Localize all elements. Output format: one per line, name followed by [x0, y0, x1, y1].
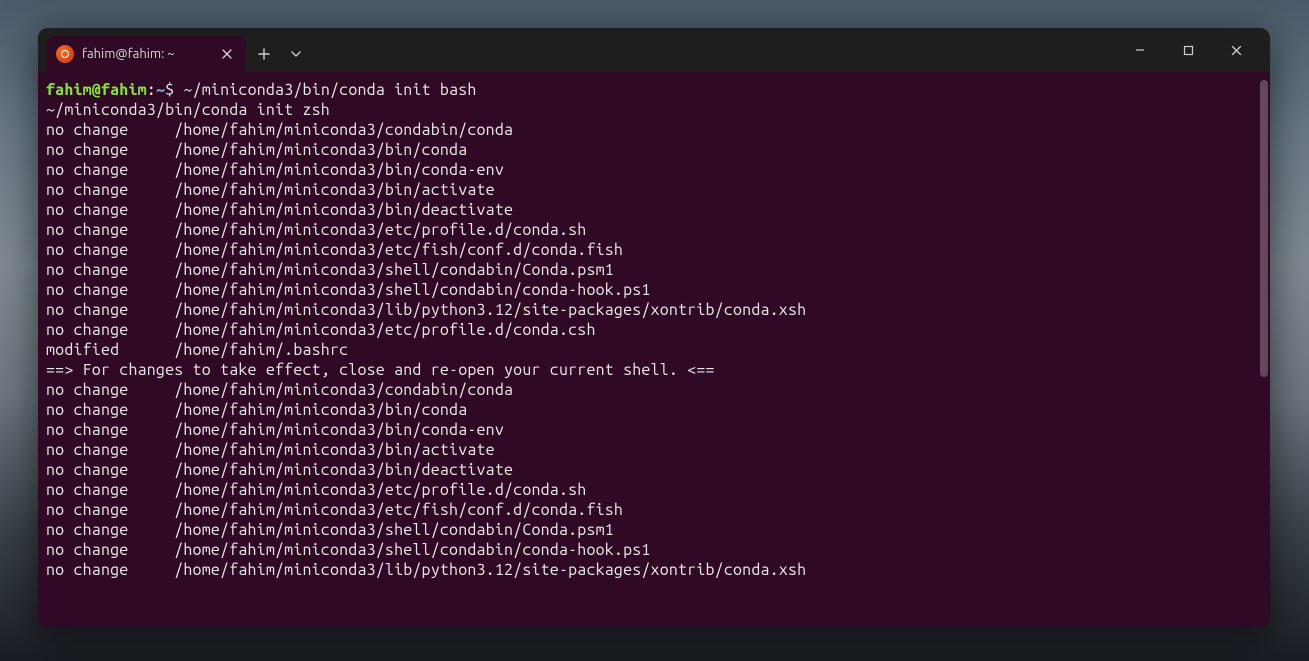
minimize-icon	[1134, 44, 1146, 56]
command-value: ~/miniconda3/bin/conda init bash	[183, 81, 476, 99]
output-line: no change /home/fahim/miniconda3/lib/pyt…	[46, 560, 1260, 580]
output-line: no change /home/fahim/miniconda3/bin/act…	[46, 440, 1260, 460]
minimize-button[interactable]	[1120, 34, 1160, 66]
tab-area: fahim@fahim: ~	[38, 28, 310, 72]
tab-active[interactable]: fahim@fahim: ~	[46, 36, 246, 72]
close-window-button[interactable]	[1216, 34, 1256, 66]
scrollbar-thumb[interactable]	[1260, 80, 1268, 377]
terminal-output: fahim@fahim:~$ ~/miniconda3/bin/conda in…	[46, 80, 1260, 580]
output-line: no change /home/fahim/miniconda3/bin/con…	[46, 160, 1260, 180]
maximize-icon	[1183, 45, 1194, 56]
output-line: no change /home/fahim/miniconda3/condabi…	[46, 120, 1260, 140]
prompt-path: ~	[156, 81, 165, 99]
terminal-window: fahim@fahim: ~ fahim@fa	[38, 28, 1270, 628]
output-line: no change /home/fahim/miniconda3/shell/c…	[46, 520, 1260, 540]
prompt-user-host: fahim@fahim	[46, 81, 147, 99]
output-line: no change /home/fahim/miniconda3/etc/pro…	[46, 480, 1260, 500]
prompt-line: fahim@fahim:~$ ~/miniconda3/bin/conda in…	[46, 80, 1260, 100]
output-line: no change /home/fahim/miniconda3/bin/dea…	[46, 200, 1260, 220]
output-line: no change /home/fahim/miniconda3/etc/pro…	[46, 220, 1260, 240]
ubuntu-icon	[56, 45, 74, 63]
output-line: no change /home/fahim/miniconda3/shell/c…	[46, 280, 1260, 300]
window-controls	[1120, 34, 1262, 66]
output-line: no change /home/fahim/miniconda3/shell/c…	[46, 260, 1260, 280]
terminal-body[interactable]: fahim@fahim:~$ ~/miniconda3/bin/conda in…	[38, 72, 1270, 628]
output-line: no change /home/fahim/miniconda3/bin/con…	[46, 400, 1260, 420]
titlebar: fahim@fahim: ~	[38, 28, 1270, 72]
output-line: no change /home/fahim/miniconda3/etc/fis…	[46, 240, 1260, 260]
scrollbar-track[interactable]	[1260, 80, 1268, 620]
output-line: no change /home/fahim/miniconda3/shell/c…	[46, 540, 1260, 560]
output-line: no change /home/fahim/miniconda3/condabi…	[46, 380, 1260, 400]
tab-title: fahim@fahim: ~	[82, 47, 210, 61]
output-line: no change /home/fahim/miniconda3/etc/fis…	[46, 500, 1260, 520]
close-tab-button[interactable]	[218, 45, 236, 63]
output-line: no change /home/fahim/miniconda3/lib/pyt…	[46, 300, 1260, 320]
output-line: no change /home/fahim/miniconda3/etc/pro…	[46, 320, 1260, 340]
output-line: no change /home/fahim/miniconda3/bin/con…	[46, 420, 1260, 440]
prompt-colon: :	[147, 81, 156, 99]
prompt-dollar: $	[165, 81, 174, 99]
output-line: no change /home/fahim/miniconda3/bin/act…	[46, 180, 1260, 200]
output-line: no change /home/fahim/miniconda3/bin/con…	[46, 140, 1260, 160]
output-line: modified /home/fahim/.bashrc	[46, 340, 1260, 360]
close-icon	[222, 49, 232, 59]
output-line: no change /home/fahim/miniconda3/bin/dea…	[46, 460, 1260, 480]
plus-icon	[258, 48, 270, 60]
chevron-down-icon	[291, 49, 301, 59]
command-text: ~/miniconda3/bin/conda init bash	[174, 81, 476, 99]
tab-dropdown-button[interactable]	[282, 40, 310, 68]
maximize-button[interactable]	[1168, 34, 1208, 66]
new-tab-button[interactable]	[250, 40, 278, 68]
output-line: ==> For changes to take effect, close an…	[46, 360, 1260, 380]
close-icon	[1231, 45, 1242, 56]
output-line: ~/miniconda3/bin/conda init zsh	[46, 100, 1260, 120]
